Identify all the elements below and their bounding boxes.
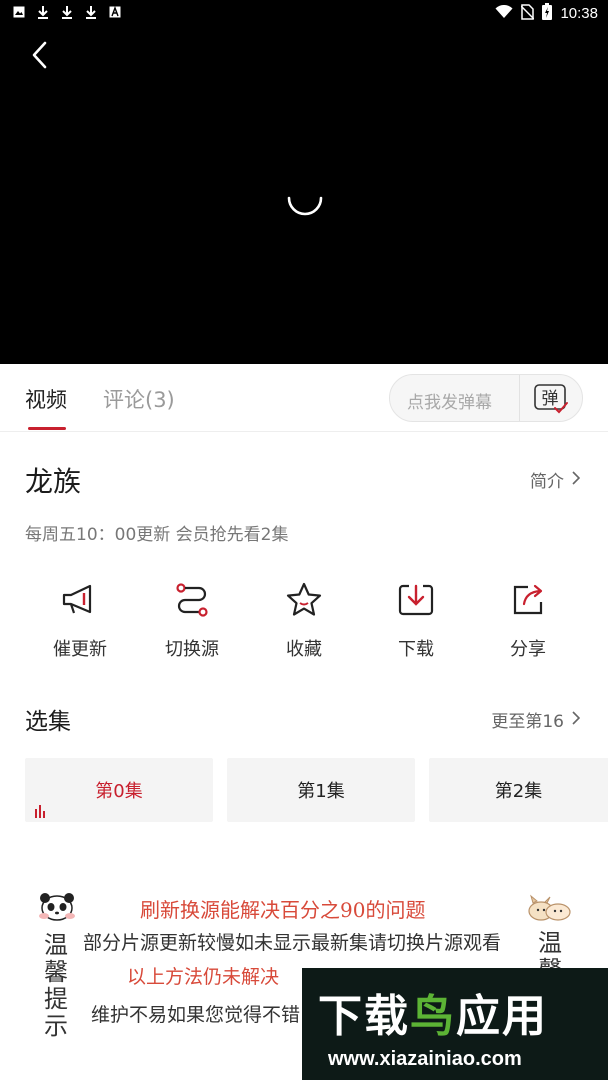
intro-link-label: 简介 [530,472,564,492]
danmu-divider [519,375,520,421]
action-label: 下载 [398,639,434,660]
action-bar: 催更新 切换源 收藏 下载 分享 [0,580,608,670]
episode-label: 第2集 [494,781,543,802]
urge-update-button[interactable]: 催更新 [24,580,136,661]
episode-item[interactable]: 第0集 [25,758,213,822]
notice-line-1: 刷新换源能解决百分之90的问题 [140,898,426,922]
panda-icon [35,890,79,924]
show-title: 龙族 [25,465,82,498]
app-a-icon [108,5,122,19]
watermark-url: www.xiazainiao.com [328,1048,522,1070]
watermark-title-part: 应用 [456,991,548,1042]
clock: 10:38 [560,5,598,22]
battery-charging-icon [542,3,553,24]
status-bar: 10:38 [0,0,608,26]
download-icon [396,580,436,620]
switch-source-button[interactable]: 切换源 [136,580,248,661]
notice-line-4: 维护不易如果您觉得不错 [91,1004,301,1026]
share-icon [508,580,548,620]
episode-item[interactable]: 第1集 [227,758,415,822]
chevron-right-icon [572,710,581,730]
wifi-icon [495,4,513,23]
tab-comments[interactable]: 评论(3) [103,384,175,414]
watermark-title-highlight: 鸟 [410,991,456,1042]
video-player[interactable] [0,26,608,364]
switch-source-icon [172,580,212,620]
danmu-toggle-button[interactable]: 弹 [533,383,569,415]
danmu-box: 点我发弹幕 弹 [389,374,583,422]
danmu-button-label: 弹 [542,389,559,409]
update-schedule: 每周五10：00更新 会员抢先看2集 [25,525,289,545]
favorite-button[interactable]: 收藏 [248,580,360,661]
action-label: 催更新 [53,639,107,660]
action-label: 切换源 [165,639,219,660]
episodes-more-label: 更至第16 [491,712,564,732]
chevron-right-icon [572,470,581,490]
episode-label: 第1集 [297,781,345,802]
intro-link[interactable]: 简介 [530,467,581,492]
watermark-title-part: 下载 [318,991,410,1042]
loading-spinner-icon [284,186,326,218]
download-icon [60,5,74,19]
no-sim-icon [520,3,535,24]
content-tabs: 视频 评论(3) 点我发弹幕 弹 [0,364,608,432]
back-button[interactable] [24,40,54,74]
download-button[interactable]: 下载 [360,580,472,661]
notice-line-2: 部分片源更新较慢如未显示最新集请切换片源观看 [83,932,502,954]
download-icon [36,5,50,19]
megaphone-icon [60,580,100,620]
action-label: 分享 [510,639,546,660]
chevron-left-icon [30,40,48,74]
action-label: 收藏 [286,639,322,660]
active-tab-indicator [28,427,66,430]
episodes-more-link[interactable]: 更至第16 [491,707,581,732]
watermark-title: 下载鸟应用 [318,980,548,1044]
watermark-logo: 下载鸟应用 www.xiazainiao.com [302,968,608,1080]
notice-line-3: 以上方法仍未解决 [127,966,280,988]
star-icon [284,580,324,620]
image-icon [12,5,26,19]
share-button[interactable]: 分享 [472,580,584,661]
danmu-input[interactable]: 点我发弹幕 [407,388,492,413]
dogs-icon [525,892,573,922]
notification-icons [12,5,122,19]
tab-video[interactable]: 视频 [25,384,67,414]
system-status: 10:38 [495,3,598,24]
episode-item[interactable]: 第2集 [429,758,608,822]
playing-bars-icon [34,802,48,818]
episodes-title: 选集 [25,709,71,735]
notice-vertical-title-left: 温馨提示 [44,931,68,1040]
episode-label: 第0集 [95,781,143,802]
download-icon [84,5,98,19]
